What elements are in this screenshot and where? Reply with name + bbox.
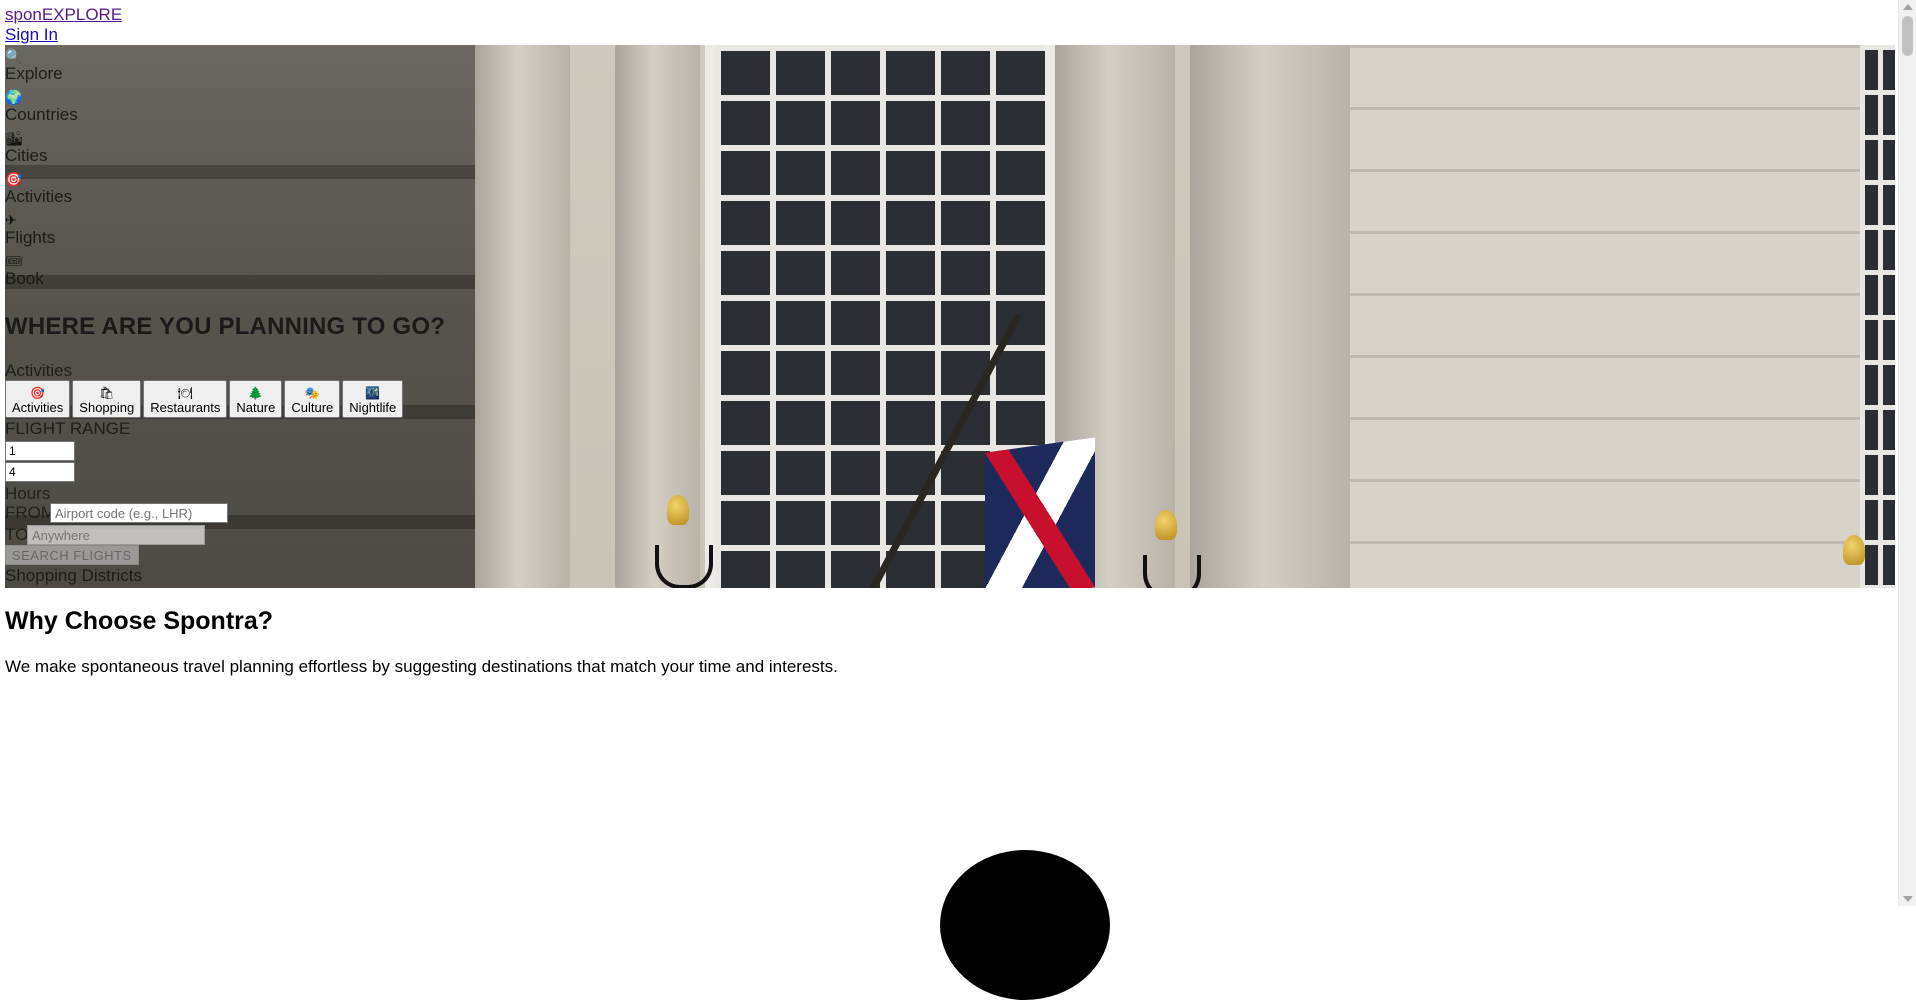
nightlife-icon: 🌃 — [365, 386, 381, 400]
category-label: Nature — [236, 400, 276, 415]
selected-category-label: Activities — [5, 361, 73, 380]
nav-item-explore[interactable]: 🔍 Explore — [5, 48, 63, 84]
range-min-input[interactable] — [5, 441, 75, 461]
nav-item-label: Cities — [5, 146, 48, 165]
scroll-up-icon[interactable] — [1903, 4, 1913, 10]
nav-item-cities[interactable]: 🏙 Cities — [5, 130, 48, 166]
hours-label: Hours — [5, 484, 51, 503]
category-button-culture[interactable]: 🎭 Culture — [284, 380, 341, 418]
gold-finial — [1155, 510, 1177, 540]
to-destination-input[interactable] — [27, 525, 205, 545]
globe-icon: 🌍 — [5, 89, 23, 105]
category-button-restaurants[interactable]: 🍽 Restaurants — [143, 380, 228, 418]
scroll-down-icon[interactable] — [1903, 896, 1913, 902]
culture-icon: 🎭 — [304, 386, 320, 400]
target-icon: 🎯 — [30, 386, 46, 400]
to-label: TO — [5, 525, 29, 544]
search-icon: 🔍 — [5, 48, 23, 64]
plate-icon: 🍽 — [177, 386, 193, 400]
hero-section: 🔍 Explore 🌍 Countries 🏙 Cities 🎯 Activit… — [5, 45, 1895, 588]
building-ledge — [5, 165, 475, 179]
category-selector: 🎯 Activities 🛍 Shopping 🍽 Restaurants 🌲 … — [5, 380, 405, 418]
scrollbar-thumb[interactable] — [1902, 16, 1913, 56]
building-ledge — [5, 275, 475, 289]
hero-background-column — [475, 45, 570, 588]
category-button-nightlife[interactable]: 🌃 Nightlife — [342, 380, 404, 418]
why-title: Why Choose Spontra? — [5, 607, 274, 635]
nav-item-label: Flights — [5, 228, 56, 247]
ticket-icon: 🎟 — [5, 253, 23, 269]
hero-title: WHERE ARE YOU PLANNING TO GO? — [5, 313, 446, 340]
target-icon: 🎯 — [5, 171, 23, 187]
city-icon: 🏙 — [5, 130, 23, 146]
nav-item-label: Countries — [5, 105, 78, 124]
category-label: Shopping — [79, 400, 135, 415]
nav-item-book[interactable]: 🎟 Book — [5, 253, 44, 289]
nav-item-countries[interactable]: 🌍 Countries — [5, 89, 78, 125]
why-description: We make spontaneous travel planning effo… — [5, 657, 838, 676]
from-airport-input[interactable] — [50, 503, 228, 523]
result-category-label: Shopping Districts — [5, 566, 143, 585]
page-scrollbar[interactable] — [1898, 0, 1916, 906]
sign-in-link[interactable]: Sign In — [5, 25, 58, 45]
hero-background-building-right — [1350, 45, 1860, 588]
logo-link[interactable]: sponEXPLORE — [5, 5, 122, 25]
hero-background-window — [1860, 45, 1895, 588]
hero-background-column — [1190, 45, 1350, 588]
from-label: FROM — [5, 503, 56, 522]
nav-item-activities[interactable]: 🎯 Activities — [5, 171, 72, 207]
decorative-shape — [940, 850, 1110, 1000]
tree-icon: 🌲 — [248, 386, 264, 400]
shopping-icon: 🛍 — [99, 386, 115, 400]
category-label: Activities — [12, 400, 64, 415]
category-label: Nightlife — [349, 400, 397, 415]
nav-item-label: Activities — [5, 187, 73, 206]
nav-item-label: Explore — [5, 64, 63, 83]
gold-finial — [1843, 535, 1865, 565]
category-label: Culture — [291, 400, 334, 415]
airplane-icon: ✈ — [5, 212, 17, 228]
iron-railing — [1143, 555, 1201, 588]
nav-item-flights[interactable]: ✈ Flights — [5, 212, 55, 248]
category-label: Restaurants — [150, 400, 221, 415]
category-button-activities[interactable]: 🎯 Activities — [5, 380, 71, 418]
range-max-input[interactable] — [5, 462, 75, 482]
flight-range-label: FLIGHT RANGE — [5, 419, 131, 438]
search-flights-button[interactable]: SEARCH FLIGHTS — [5, 545, 139, 565]
nav-item-label: Book — [5, 269, 44, 288]
gold-finial — [667, 495, 689, 525]
category-button-nature[interactable]: 🌲 Nature — [229, 380, 283, 418]
category-button-shopping[interactable]: 🛍 Shopping — [72, 380, 142, 418]
union-flag — [985, 437, 1095, 588]
iron-railing — [655, 545, 713, 588]
